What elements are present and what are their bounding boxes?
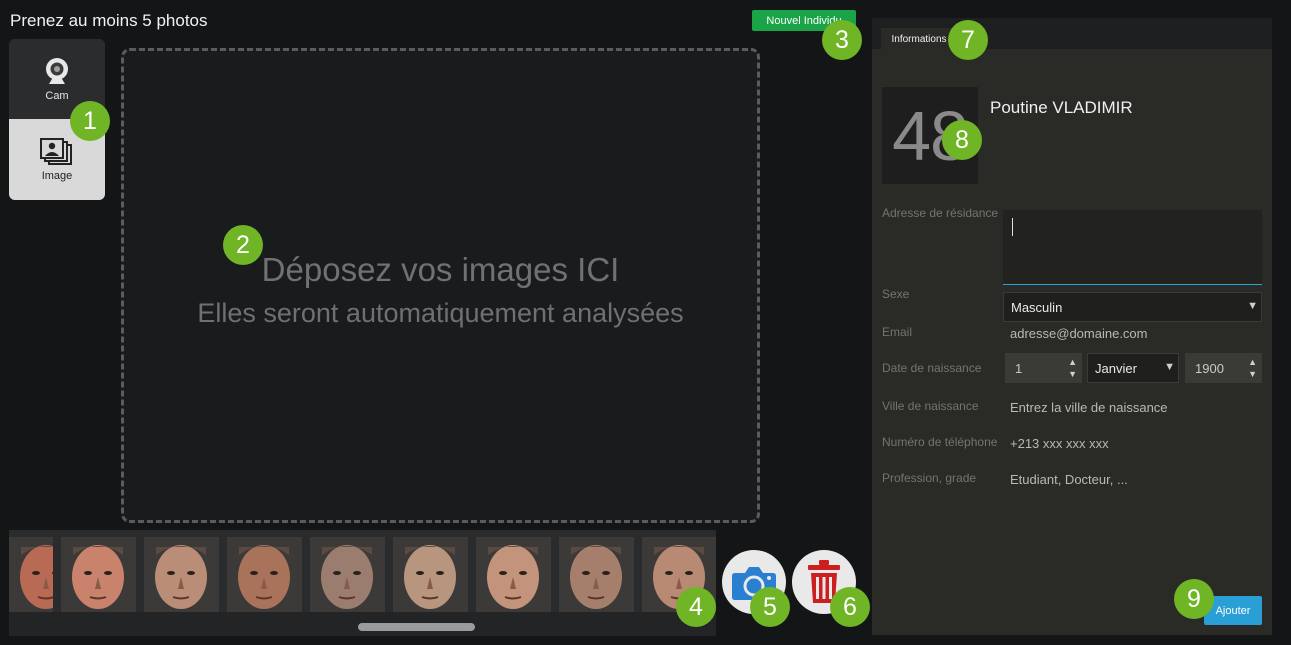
- birth-month-select[interactable]: Janvier ▼: [1087, 353, 1179, 383]
- step-badge-5: 5: [750, 587, 790, 627]
- step-badge-8: 8: [942, 120, 982, 160]
- information-panel-body: 48 Poutine VLADIMIR Adresse de résidance…: [872, 49, 1272, 635]
- birth-year-spinner[interactable]: 1900 ▲ ▼: [1185, 353, 1262, 383]
- step-badge-1: 1: [70, 101, 110, 141]
- birth-city-input[interactable]: Entrez la ville de naissance: [1010, 400, 1168, 415]
- tab-informations[interactable]: Informations: [881, 28, 957, 50]
- face-photo-icon: [476, 537, 551, 612]
- profession-input[interactable]: Etudiant, Docteur, ...: [1010, 472, 1128, 487]
- face-photo-icon: [559, 537, 634, 612]
- birth-day-spinner[interactable]: 1 ▲ ▼: [1005, 353, 1082, 383]
- birth-date-label: Date de naissance: [882, 361, 982, 375]
- birth-city-label: Ville de naissance: [882, 399, 979, 413]
- step-badge-9: 9: [1174, 579, 1214, 619]
- photo-thumbnail[interactable]: [61, 537, 136, 612]
- phone-label: Numéro de téléphone: [882, 435, 998, 449]
- email-input[interactable]: adresse@domaine.com: [1010, 326, 1147, 341]
- step-badge-2: 2: [223, 225, 263, 265]
- chevron-down-icon: ▼: [1164, 361, 1175, 373]
- step-badge-6: 6: [830, 587, 870, 627]
- cam-source-label: Cam: [45, 89, 69, 102]
- chevron-down-icon: ▼: [1247, 300, 1258, 312]
- birth-month-value: Janvier: [1095, 360, 1137, 376]
- step-badge-4: 4: [676, 587, 716, 627]
- page-title: Prenez au moins 5 photos: [10, 11, 208, 30]
- spinner-up-icon[interactable]: ▲: [1248, 357, 1257, 367]
- face-photo-icon: [61, 537, 136, 612]
- sex-select-value: Masculin: [1011, 299, 1063, 315]
- strip-scrollbar-thumb[interactable]: [358, 623, 475, 631]
- face-photo-icon: [144, 537, 219, 612]
- image-source-label: Image: [41, 170, 73, 182]
- text-caret: [1012, 218, 1013, 236]
- birth-year-value: 1900: [1195, 360, 1224, 376]
- photo-thumbnail[interactable]: [559, 537, 634, 612]
- profession-label: Profession, grade: [882, 471, 977, 485]
- photo-thumbnail[interactable]: [393, 537, 468, 612]
- face-photo-icon: [9, 537, 53, 612]
- photo-thumbnail[interactable]: [476, 537, 551, 612]
- spinner-up-icon[interactable]: ▲: [1068, 357, 1077, 367]
- dropzone-title: Déposez vos images ICI: [261, 251, 620, 288]
- sex-select[interactable]: Masculin ▼: [1003, 292, 1262, 322]
- image-gallery-icon: [40, 138, 72, 165]
- spinner-down-icon[interactable]: ▼: [1248, 369, 1257, 379]
- face-photo-icon: [227, 537, 302, 612]
- person-name: Poutine VLADIMIR: [990, 98, 1133, 117]
- sex-label: Sexe: [882, 287, 910, 301]
- image-dropzone[interactable]: Déposez vos images ICI Elles seront auto…: [121, 48, 760, 523]
- face-photo-icon: [310, 537, 385, 612]
- dropzone-subtitle: Elles seront automatiquement analysées: [197, 298, 684, 328]
- spinner-down-icon[interactable]: ▼: [1068, 369, 1077, 379]
- email-label: Email: [882, 325, 913, 339]
- birth-day-value: 1: [1015, 360, 1023, 376]
- photo-thumbnail[interactable]: [227, 537, 302, 612]
- address-textarea[interactable]: [1003, 210, 1262, 285]
- address-label: Adresse de résidance: [882, 206, 999, 220]
- thumbnail-list: [9, 537, 716, 612]
- step-badge-7: 7: [948, 20, 988, 60]
- information-panel: 48 Poutine VLADIMIR Adresse de résidance…: [872, 18, 1272, 635]
- photo-thumbnail[interactable]: [144, 537, 219, 612]
- photo-thumbnail[interactable]: [310, 537, 385, 612]
- photo-strip: [9, 530, 716, 636]
- photo-thumbnail[interactable]: [9, 537, 53, 612]
- phone-input[interactable]: +213 xxx xxx xxx: [1010, 436, 1109, 451]
- face-photo-icon: [393, 537, 468, 612]
- webcam-icon: [46, 57, 68, 84]
- step-badge-3: 3: [822, 20, 862, 60]
